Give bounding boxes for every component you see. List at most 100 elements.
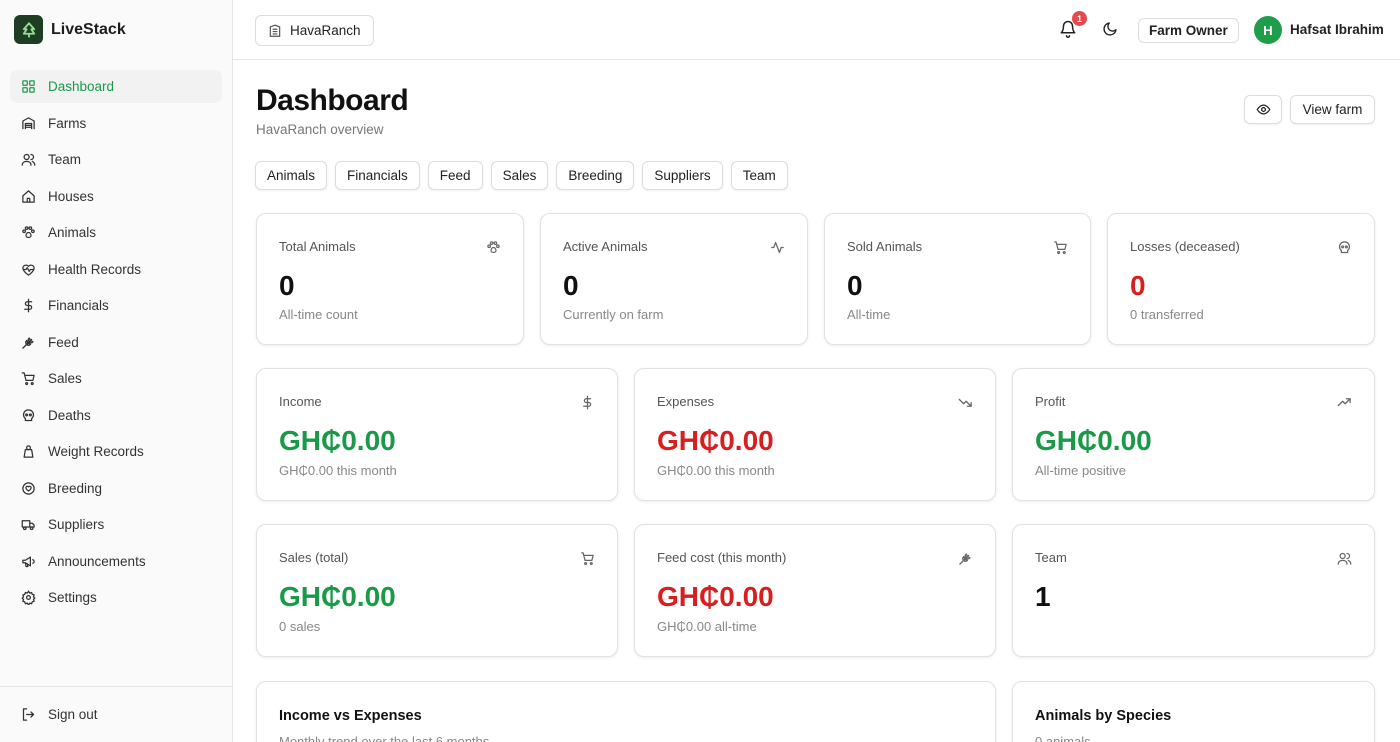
animals-by-species-card: Animals by Species 0 animals — [1012, 681, 1375, 742]
tab-animals[interactable]: Animals — [255, 161, 328, 190]
card-value: GH₵0.00 — [657, 425, 774, 456]
card-subtext: GH₵0.00 this month — [279, 463, 397, 478]
sidebar-item-financials[interactable]: Financials — [10, 289, 222, 322]
dollar-icon — [24, 298, 33, 313]
card-label: Income — [279, 394, 322, 409]
truck-icon — [21, 520, 35, 531]
moon-icon[interactable] — [1102, 21, 1118, 37]
tab-suppliers[interactable]: Suppliers — [642, 161, 723, 190]
farm-selector[interactable]: HavaRanch — [255, 15, 374, 46]
tab-feed[interactable]: Feed — [427, 161, 483, 190]
sidebar-item-label: Settings — [48, 590, 97, 605]
card-label: Losses (deceased) — [1130, 239, 1240, 254]
card-subtext: 0 sales — [279, 619, 321, 634]
card-value: GH₵0.00 — [279, 425, 396, 456]
sidebar-item-label: Suppliers — [48, 517, 105, 532]
eye-icon — [1256, 104, 1270, 115]
sidebar-item-dashboard[interactable]: Dashboard — [10, 70, 222, 103]
brand[interactable]: LiveStack — [14, 15, 126, 44]
skull-icon — [1338, 241, 1351, 254]
paw-icon — [487, 241, 500, 254]
farm-name: HavaRanch — [290, 23, 361, 38]
sales-total-card: Sales (total) GH₵0.00 0 sales — [256, 524, 618, 657]
sign-out-button[interactable]: Sign out — [10, 698, 222, 731]
card-label: Active Animals — [563, 239, 648, 254]
weight-icon — [23, 445, 34, 458]
top-header: HavaRanch 1 Farm Owner H Hafsat Ibrahim — [233, 0, 1400, 60]
view-farm-button[interactable]: View farm — [1290, 95, 1375, 124]
sidebar-item-label: Team — [48, 152, 82, 167]
sidebar-item-houses[interactable]: Houses — [10, 180, 222, 213]
user-name[interactable]: Hafsat Ibrahim — [1290, 22, 1384, 37]
sidebar-item-animals[interactable]: Animals — [10, 216, 222, 249]
sidebar-item-label: Announcements — [48, 553, 146, 569]
card-subtext: 0 transferred — [1130, 307, 1204, 322]
card-value: 0 — [563, 270, 579, 301]
heart-pulse-icon — [22, 264, 35, 276]
tab-sales[interactable]: Sales — [490, 161, 549, 190]
card-value: 0 — [1130, 270, 1146, 301]
income-card: Income GH₵0.00 GH₵0.00 this month — [256, 368, 618, 501]
preview-button[interactable] — [1244, 95, 1282, 124]
card-label: Total Animals — [279, 239, 356, 254]
feed-cost-card: Feed cost (this month) GH₵0.00 GH₵0.00 a… — [634, 524, 996, 657]
sidebar-item-breeding[interactable]: Breeding — [10, 472, 222, 505]
sidebar-item-label: Sales — [48, 371, 82, 386]
sidebar-item-team[interactable]: Team — [10, 143, 222, 176]
card-subtext: All-time count — [279, 307, 358, 322]
tab-financials[interactable]: Financials — [335, 161, 420, 190]
card-label: Expenses — [657, 394, 715, 409]
sidebar-item-label: Houses — [48, 188, 94, 204]
card-subtext: Currently on farm — [563, 307, 664, 322]
building-icon — [269, 24, 281, 37]
sidebar-item-label: Farms — [48, 115, 87, 131]
house-icon — [22, 189, 35, 203]
sidebar-nav: Dashboard Farms Team Houses Animals Heal… — [10, 70, 222, 618]
sidebar-item-feed[interactable]: Feed — [10, 326, 222, 359]
sidebar-divider — [0, 686, 232, 687]
card-subtext: GH₵0.00 this month — [657, 463, 775, 478]
card-value: GH₵0.00 — [657, 581, 774, 612]
sidebar-item-sales[interactable]: Sales — [10, 362, 222, 395]
role-badge[interactable]: Farm Owner — [1138, 18, 1239, 43]
sidebar-item-settings[interactable]: Settings — [10, 581, 222, 614]
card-label: Team — [1035, 550, 1067, 565]
chart-subtitle: Monthly trend over the last 6 months — [279, 734, 490, 742]
avatar[interactable]: H — [1254, 16, 1282, 44]
users-icon — [21, 153, 36, 166]
chart-subtitle: 0 animals — [1035, 734, 1091, 742]
tab-team[interactable]: Team — [730, 161, 788, 190]
sidebar: LiveStack Dashboard Farms Team Houses An… — [0, 0, 233, 742]
sidebar-item-deaths[interactable]: Deaths — [10, 399, 222, 432]
sidebar-item-suppliers[interactable]: Suppliers — [10, 508, 222, 541]
dollar-icon — [583, 395, 592, 410]
sold-animals-card: Sold Animals 0 All-time — [824, 213, 1091, 345]
trending-down-icon — [958, 398, 972, 407]
card-subtext: All-time — [847, 307, 891, 322]
card-value: GH₵0.00 — [1035, 425, 1152, 456]
sidebar-item-label: Health Records — [48, 261, 142, 277]
sidebar-item-weight-records[interactable]: Weight Records — [10, 435, 222, 468]
cart-icon — [1054, 241, 1067, 255]
cart-icon — [21, 372, 35, 386]
sidebar-item-label: Deaths — [48, 407, 91, 423]
chart-title: Animals by Species — [1035, 708, 1172, 724]
gear-icon — [21, 590, 36, 605]
sidebar-item-farms[interactable]: Farms — [10, 107, 222, 140]
sign-out-icon — [22, 708, 35, 721]
card-label: Profit — [1035, 394, 1066, 409]
expenses-card: Expenses GH₵0.00 GH₵0.00 this month — [634, 368, 996, 501]
sidebar-item-announcements[interactable]: Announcements — [10, 545, 222, 578]
cart-icon — [581, 552, 594, 566]
card-label: Sales (total) — [279, 550, 349, 565]
chart-title: Income vs Expenses — [279, 708, 422, 724]
card-value: GH₵0.00 — [279, 581, 396, 612]
sidebar-item-label: Feed — [48, 334, 79, 350]
activity-icon — [771, 241, 784, 254]
sidebar-item-health-records[interactable]: Health Records — [10, 253, 222, 286]
card-label: Sold Animals — [847, 239, 923, 254]
tab-breeding[interactable]: Breeding — [556, 161, 635, 190]
megaphone-icon — [22, 556, 35, 567]
section-tabs: Animals Financials Feed Sales Breeding S… — [255, 161, 788, 190]
warehouse-icon — [22, 116, 35, 129]
